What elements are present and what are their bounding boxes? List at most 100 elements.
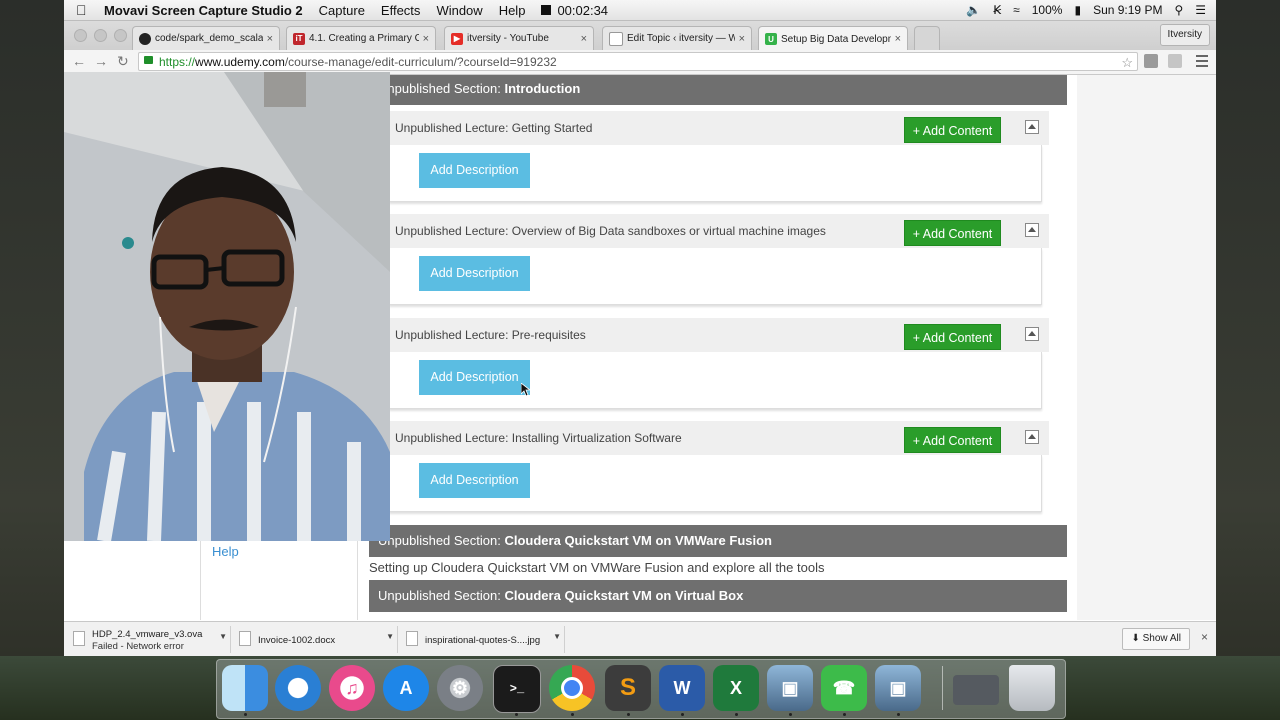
udemy-icon: U <box>765 33 777 45</box>
reload-icon[interactable]: ↻ <box>117 53 129 70</box>
itunes-icon[interactable]: ♫ <box>329 665 375 711</box>
apple-menu-icon[interactable]:  <box>76 2 90 18</box>
chevron-down-icon[interactable]: ▼ <box>219 632 227 641</box>
chrome-icon[interactable] <box>549 665 595 711</box>
close-tab-icon[interactable]: × <box>895 33 901 45</box>
add-description-button[interactable]: Add Description <box>419 463 530 498</box>
record-stop-icon[interactable] <box>541 5 552 15</box>
add-description-button[interactable]: Add Description <box>419 360 530 395</box>
tab-udemy[interactable]: U Setup Big Data Developme × <box>758 26 908 51</box>
tab-github[interactable]: code/spark_demo_scala.txt × <box>132 26 280 50</box>
lecture-body: Add Description <box>389 248 1042 305</box>
excel-icon[interactable]: X <box>713 665 759 711</box>
lecture-title: Unpublished Lecture: Installing Virtuali… <box>395 431 682 445</box>
menu-effects[interactable]: Effects <box>381 3 421 18</box>
notification-center-icon[interactable]: ☰ <box>1195 3 1206 17</box>
add-content-button[interactable]: + Add Content <box>904 324 1001 350</box>
sidebar-item-help[interactable]: Help <box>212 544 239 559</box>
running-indicator <box>515 713 518 716</box>
screen-capture-icon[interactable]: ▣ <box>767 665 813 711</box>
chevron-down-icon[interactable]: ▼ <box>553 632 561 641</box>
chevron-down-icon[interactable]: ▼ <box>386 632 394 641</box>
menu-capture[interactable]: Capture <box>319 3 365 18</box>
menu-clock[interactable]: Sun 9:19 PM <box>1093 3 1162 17</box>
section-prefix: Unpublished Section: <box>378 81 505 96</box>
url-host: www.udemy.com <box>195 55 285 69</box>
add-description-button[interactable]: Add Description <box>419 256 530 291</box>
window-controls <box>74 29 134 42</box>
tab-title: Edit Topic ‹ itversity — Wo <box>627 33 735 44</box>
close-tab-icon[interactable]: × <box>423 33 429 45</box>
collapse-icon[interactable] <box>1025 327 1039 341</box>
file-icon <box>239 631 251 646</box>
volume-icon[interactable]: 🔈 <box>966 3 981 17</box>
menu-window[interactable]: Window <box>436 3 482 18</box>
address-bar[interactable]: https://www.udemy.com/course-manage/edit… <box>138 52 1138 71</box>
section-header-introduction[interactable]: Unpublished Section: Introduction <box>369 75 1067 105</box>
bluetooth-icon[interactable]: Ꞣ <box>993 3 1001 17</box>
back-icon[interactable]: ← <box>72 53 86 69</box>
section-prefix: Unpublished Section: <box>378 533 505 548</box>
close-window-button[interactable] <box>74 29 87 42</box>
menu-help[interactable]: Help <box>499 3 526 18</box>
download-item[interactable]: HDP_2.4_vmware_v3.ova Failed - Network e… <box>68 626 231 653</box>
facetime-icon[interactable]: ☎ <box>821 665 867 711</box>
movavi-icon[interactable]: ▣ <box>875 665 921 711</box>
section-prefix: Unpublished Section: <box>378 588 505 603</box>
app-store-icon[interactable]: A <box>383 665 429 711</box>
finder-icon[interactable] <box>222 665 268 711</box>
show-all-button[interactable]: ⬇ Show All <box>1122 628 1190 650</box>
add-description-button[interactable]: Add Description <box>419 153 530 188</box>
new-tab-button[interactable] <box>914 26 940 50</box>
extension-icon[interactable] <box>1144 54 1158 68</box>
minimize-window-button[interactable] <box>94 29 107 42</box>
wifi-icon[interactable]: ≈ <box>1013 3 1020 17</box>
battery-icon[interactable]: ▮ <box>1074 3 1081 17</box>
system-preferences-icon[interactable]: ⚙ <box>437 665 483 711</box>
close-tab-icon[interactable]: × <box>267 33 273 45</box>
trash-icon[interactable] <box>1009 665 1055 711</box>
add-content-button[interactable]: + Add Content <box>904 427 1001 453</box>
word-icon[interactable]: W <box>659 665 705 711</box>
section-description: Setting up Cloudera Quickstart VM on VMW… <box>369 560 825 575</box>
running-indicator <box>735 713 738 716</box>
lecture-header[interactable]: Unpublished Lecture: Overview of Big Dat… <box>384 214 1049 248</box>
right-gutter <box>1077 75 1216 620</box>
section-header-virtualbox[interactable]: Unpublished Section: Cloudera Quickstart… <box>369 580 1067 612</box>
browser-menu-icon[interactable] <box>1196 55 1208 70</box>
safari-icon[interactable] <box>275 665 321 711</box>
cloud-extension-icon[interactable] <box>1168 54 1182 68</box>
profile-button[interactable]: Itversity <box>1159 24 1210 46</box>
add-content-button[interactable]: + Add Content <box>904 220 1001 246</box>
running-indicator <box>571 713 574 716</box>
tab-youtube[interactable]: ▶ itversity - YouTube × <box>444 26 594 50</box>
tab-edit-topic[interactable]: Edit Topic ‹ itversity — Wo × <box>602 26 752 50</box>
bookmark-star-icon[interactable]: ☆ <box>1121 53 1133 72</box>
lecture-header[interactable]: Unpublished Lecture: Installing Virtuali… <box>384 421 1049 455</box>
add-content-button[interactable]: + Add Content <box>904 117 1001 143</box>
download-item[interactable]: Invoice-1002.docx ▼ <box>234 626 398 653</box>
dock: ♫ A ⚙ >_ S W X ▣ ☎ ▣ <box>216 659 1066 719</box>
lecture-header[interactable]: Unpublished Lecture: Pre-requisites + Ad… <box>384 318 1049 352</box>
zoom-window-button[interactable] <box>114 29 127 42</box>
close-downloads-icon[interactable]: × <box>1201 630 1208 644</box>
terminal-icon[interactable]: >_ <box>493 665 541 713</box>
downloads-stack-icon[interactable] <box>953 675 999 705</box>
collapse-icon[interactable] <box>1025 223 1039 237</box>
tab-itversity-course[interactable]: iT 4.1. Creating a Primary Co × <box>286 26 436 50</box>
section-header-vmware[interactable]: Unpublished Section: Cloudera Quickstart… <box>369 525 1067 557</box>
download-item[interactable]: inspirational-quotes-S....jpg ▼ <box>401 626 565 653</box>
close-tab-icon[interactable]: × <box>581 33 587 45</box>
close-tab-icon[interactable]: × <box>739 33 745 45</box>
collapse-icon[interactable] <box>1025 120 1039 134</box>
download-arrow-icon: ⬇ <box>1131 633 1140 644</box>
lecture-header[interactable]: Unpublished Lecture: Getting Started + A… <box>384 111 1049 145</box>
youtube-icon: ▶ <box>451 32 463 45</box>
spotlight-icon[interactable]: ⚲ <box>1174 3 1183 17</box>
forward-icon[interactable]: → <box>94 53 108 69</box>
dock-separator <box>942 666 943 710</box>
app-name-menu[interactable]: Movavi Screen Capture Studio 2 <box>104 3 303 18</box>
collapse-icon[interactable] <box>1025 430 1039 444</box>
battery-percent[interactable]: 100% <box>1032 3 1063 17</box>
sublime-text-icon[interactable]: S <box>605 665 651 711</box>
